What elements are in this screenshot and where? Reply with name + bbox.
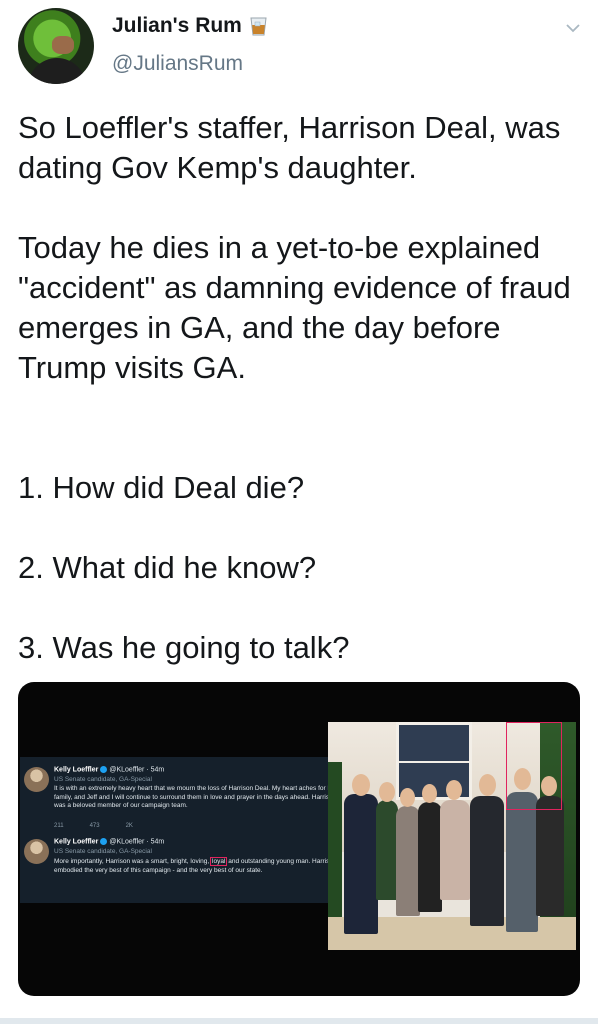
embedded-body: It is with an extremely heavy heart that… bbox=[54, 785, 337, 810]
embedded-name: Kelly Loeffler bbox=[54, 838, 99, 846]
chevron-down-icon[interactable] bbox=[565, 20, 581, 36]
embedded-avatar bbox=[24, 839, 49, 864]
photo-person-head bbox=[400, 788, 415, 807]
highlighted-word: loyal bbox=[210, 857, 228, 866]
photo-person-head bbox=[446, 780, 462, 800]
embedded-subtitle: US Senate candidate, GA-Special bbox=[54, 776, 152, 783]
photo-person-head bbox=[479, 774, 496, 796]
attached-image[interactable]: Kelly Loeffler @KLoeffler · 54m US Senate… bbox=[18, 682, 580, 996]
avatar-hand bbox=[52, 36, 74, 54]
display-name-row[interactable]: Julian's Rum bbox=[112, 14, 267, 38]
embedded-body-part: More importantly, Harrison was a smart, … bbox=[54, 858, 210, 865]
tweet-paragraph-2: Today he dies in a yet-to-be explained "… bbox=[18, 230, 571, 385]
photo-person bbox=[506, 792, 538, 932]
photo-plant bbox=[328, 762, 342, 942]
whiskey-glass-icon bbox=[250, 17, 267, 36]
verified-badge-icon bbox=[100, 766, 108, 773]
photo-person-head bbox=[422, 784, 437, 803]
reply-count: 211 bbox=[54, 823, 64, 829]
like-count: 2K bbox=[125, 823, 133, 829]
avatar[interactable] bbox=[18, 8, 94, 84]
user-handle[interactable]: @JuliansRum bbox=[112, 52, 243, 76]
embedded-body: More importantly, Harrison was a smart, … bbox=[54, 857, 338, 875]
embedded-name: Kelly Loeffler bbox=[54, 766, 99, 774]
embedded-subtitle: US Senate candidate, GA-Special bbox=[54, 848, 152, 855]
embedded-handle-time: @KLoeffler · 54m bbox=[109, 766, 165, 774]
tweet-header: Julian's Rum @JuliansRum bbox=[0, 0, 598, 100]
embedded-handle-time: @KLoeffler · 54m bbox=[109, 838, 165, 846]
photo-person bbox=[418, 802, 442, 912]
tweet-paragraph-1: So Loeffler's staffer, Harrison Deal, wa… bbox=[18, 110, 561, 185]
display-name[interactable]: Julian's Rum bbox=[112, 14, 242, 38]
tweet-question-list: 1. How did Deal die? 2. What did he know… bbox=[18, 428, 583, 708]
embedded-tweet: Kelly Loeffler @KLoeffler · 54m US Senate… bbox=[20, 763, 340, 833]
embedded-tweets-screenshot: Kelly Loeffler @KLoeffler · 54m US Senate… bbox=[20, 757, 340, 903]
photo-person bbox=[470, 796, 504, 926]
group-photo bbox=[328, 722, 576, 950]
embedded-tweet-header: Kelly Loeffler @KLoeffler · 54m bbox=[54, 766, 164, 773]
divider bbox=[0, 1018, 598, 1024]
embedded-tweet: Kelly Loeffler @KLoeffler · 54m US Senate… bbox=[20, 837, 340, 899]
embedded-actions: 211 473 2K bbox=[54, 823, 304, 829]
photo-person-head bbox=[379, 782, 395, 802]
list-item: 1. How did Deal die? bbox=[18, 470, 305, 505]
photo-person bbox=[440, 800, 470, 900]
verified-badge-icon bbox=[100, 838, 108, 845]
photo-person bbox=[536, 796, 564, 916]
photo-person bbox=[396, 806, 420, 916]
list-item: 2. What did he know? bbox=[18, 550, 317, 585]
photo-person-head bbox=[352, 774, 370, 796]
retweet-count: 473 bbox=[89, 823, 100, 829]
embedded-tweet-header: Kelly Loeffler @KLoeffler · 54m bbox=[54, 838, 164, 845]
tweet-text: So Loeffler's staffer, Harrison Deal, wa… bbox=[18, 108, 583, 708]
photo-person bbox=[344, 794, 378, 934]
embedded-avatar bbox=[24, 767, 49, 792]
avatar-figure bbox=[28, 58, 86, 84]
highlight-box bbox=[506, 722, 562, 810]
list-item: 3. Was he going to talk? bbox=[18, 630, 350, 665]
photo-person bbox=[376, 800, 398, 900]
